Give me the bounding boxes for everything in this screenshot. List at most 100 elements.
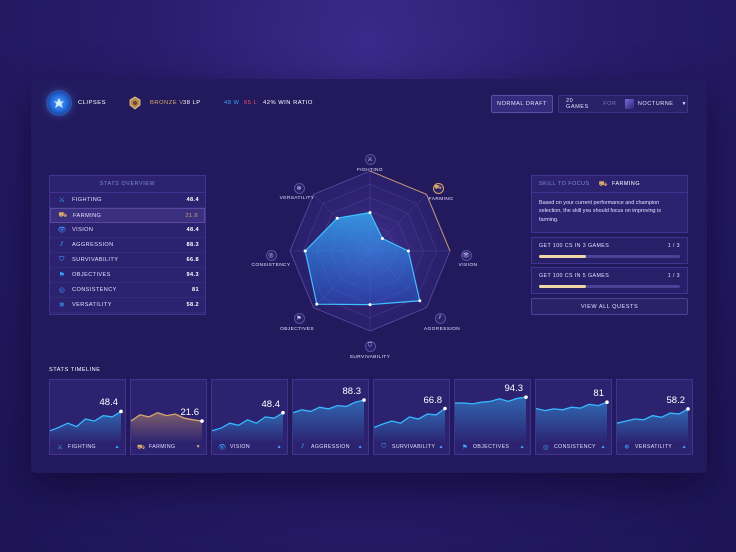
- eye-icon: 👁: [218, 444, 227, 451]
- radar-point: [315, 302, 319, 306]
- timeline-value: 58.2: [666, 394, 686, 406]
- timeline-card-objectives[interactable]: 94.3 ⚑ OBJECTIVES ▲: [454, 379, 531, 455]
- shield-icon: ⛉: [381, 443, 387, 450]
- stat-label: AGGRESSION: [72, 242, 114, 248]
- quest-progress-bar: [539, 255, 680, 258]
- stat-label: VISION: [72, 227, 94, 233]
- timeline-card-consistency[interactable]: 81 ◎ CONSISTENCY ▲: [535, 379, 612, 455]
- stat-label: FIGHTING: [72, 197, 102, 203]
- stat-label: CONSISTENCY: [72, 287, 117, 293]
- radar-axis-label: AGGRESSION: [423, 327, 461, 332]
- radar-axis-label: VISION: [458, 263, 478, 268]
- quest-item[interactable]: GET 100 CS IN 5 GAMES 1 / 3: [531, 267, 688, 294]
- stats-overview-row[interactable]: ◎ CONSISTENCY 81: [50, 283, 205, 298]
- view-all-quests-button[interactable]: VIEW ALL QUESTS: [531, 298, 688, 315]
- claw-axis-icon: ⫽: [434, 312, 446, 324]
- chevron-up-icon: ▲: [438, 444, 444, 450]
- skill-focus-card: SKILL TO FOCUS ⛟ FARMING Based on your c…: [531, 175, 688, 233]
- timeline-value: 48.4: [99, 397, 119, 409]
- radar-axis-label: FIGHTING: [356, 168, 384, 173]
- sword-icon: ⚔: [58, 197, 66, 204]
- radar-axis-label: VERSATILITY: [279, 196, 315, 201]
- radar-axis-label: FARMING: [428, 197, 454, 202]
- radar-point: [418, 299, 422, 303]
- champion-emblem-icon: [54, 98, 64, 108]
- flag-icon: ⚑: [58, 272, 66, 279]
- stats-overview-row[interactable]: ❄ VERSATILITY 58.2: [50, 298, 205, 313]
- chevron-down-icon: ▼: [195, 444, 201, 450]
- claw-icon: ⫽: [301, 443, 305, 450]
- timeline-label: FIGHTING: [68, 444, 96, 450]
- timeline-card-farming[interactable]: 21.6 ⛟ FARMING ▼: [130, 379, 207, 455]
- snowflake-icon: ❄: [58, 302, 66, 309]
- stats-overview-row[interactable]: ⫽ AGGRESSION 88.3: [50, 238, 205, 253]
- shield-axis-icon: ⛉: [364, 340, 376, 352]
- farming-icon: ⛟: [598, 180, 608, 188]
- timeline-card-vision[interactable]: 48.4 👁 VISION ▲: [211, 379, 288, 455]
- timeline-value: 94.3: [504, 383, 524, 395]
- timeline-sparkline: [617, 407, 690, 442]
- radar-point: [368, 303, 372, 307]
- stats-overview-row[interactable]: ⛟ FARMING 21.6: [50, 208, 205, 223]
- quest-label: GET 100 CS IN 5 GAMES: [539, 273, 610, 279]
- radar-axis-label: OBJECTIVES: [280, 327, 314, 332]
- quest-progress: 1 / 3: [667, 243, 680, 249]
- timeline-label: FARMING: [149, 444, 176, 450]
- timeline-label: SURVIVABILITY: [392, 444, 436, 450]
- claw-icon: ⫽: [60, 241, 64, 248]
- timeline-value: 66.8: [423, 394, 443, 406]
- timeline-sparkline: [212, 410, 285, 442]
- rank-label: BRONZE V: [150, 100, 184, 106]
- stats-overview-row[interactable]: ⚑ OBJECTIVES 94.3: [50, 268, 205, 283]
- stat-label: VERSATILITY: [72, 302, 112, 308]
- stats-overview-row[interactable]: ⛉ SURVIVABILITY 66.8: [50, 253, 205, 268]
- skill-focus-description: Based on your current performance and ch…: [539, 200, 661, 223]
- radar-point: [368, 211, 372, 215]
- chevron-up-icon: ▲: [357, 444, 363, 450]
- stat-value: 81: [191, 287, 199, 293]
- farming-icon: ⛟: [58, 212, 68, 219]
- for-label: FOR: [603, 101, 617, 107]
- radar-point: [380, 237, 384, 241]
- farming-icon: ⛟: [137, 443, 146, 451]
- wins-label: 48 W: [224, 100, 240, 106]
- stat-value: 66.8: [186, 257, 199, 263]
- skill-focus-title: SKILL TO FOCUS: [539, 181, 590, 187]
- quest-item[interactable]: GET 100 CS IN 3 GAMES 1 / 3: [531, 237, 688, 264]
- stat-label: OBJECTIVES: [72, 272, 111, 278]
- win-ratio-label: 42% WIN RATIO: [263, 100, 313, 106]
- avatar[interactable]: [48, 92, 70, 114]
- timeline-sparkline: [374, 406, 447, 442]
- timeline-card-fighting[interactable]: 48.4 ⚔ FIGHTING ▲: [49, 379, 126, 455]
- flag-icon: ⚑: [461, 444, 469, 451]
- quest-progress: 1 / 3: [667, 273, 680, 279]
- chevron-down-icon[interactable]: ▼: [682, 101, 687, 107]
- eye-axis-icon: 👁: [460, 249, 472, 261]
- skill-focus-name: FARMING: [611, 181, 641, 187]
- stats-overview-row[interactable]: ⚔ FIGHTING 48.4: [50, 193, 205, 208]
- stat-value: 88.3: [186, 242, 199, 248]
- quest-progress-bar: [539, 285, 680, 288]
- normal-draft-button[interactable]: NORMAL DRAFT: [491, 95, 553, 113]
- username: CLIPSES: [78, 100, 106, 106]
- stat-value: 58.2: [186, 302, 199, 308]
- radar-axis-label: CONSISTENCY: [251, 263, 291, 268]
- rank-icon: [128, 96, 142, 115]
- dashboard-panel: CLIPSES BRONZE V 38 LP 48 W 65 L 42% WIN…: [31, 79, 707, 473]
- radar-point: [406, 249, 410, 253]
- lp-label: 38 LP: [183, 100, 201, 106]
- quest-label: GET 100 CS IN 3 GAMES: [539, 243, 610, 249]
- timeline-card-versatility[interactable]: 58.2 ❄ VERSATILITY ▲: [616, 379, 693, 455]
- stats-overview-row[interactable]: 👁 VISION 48.4: [50, 223, 205, 238]
- games-filter[interactable]: 20 GAMES: [566, 98, 593, 110]
- timeline-value: 21.6: [180, 407, 200, 419]
- radar-point: [335, 216, 339, 220]
- stat-value: 48.4: [186, 227, 199, 233]
- shield-icon: ⛉: [59, 256, 65, 263]
- timeline-card-survivability[interactable]: 66.8 ⛉ SURVIVABILITY ▲: [373, 379, 450, 455]
- champion-select[interactable]: NOCTURNE: [638, 101, 674, 107]
- eye-icon: 👁: [57, 227, 67, 234]
- chevron-up-icon: ▲: [276, 444, 282, 450]
- timeline-card-aggression[interactable]: 88.3 ⫽ AGGRESSION ▲: [292, 379, 369, 455]
- timeline-label: AGGRESSION: [311, 444, 350, 450]
